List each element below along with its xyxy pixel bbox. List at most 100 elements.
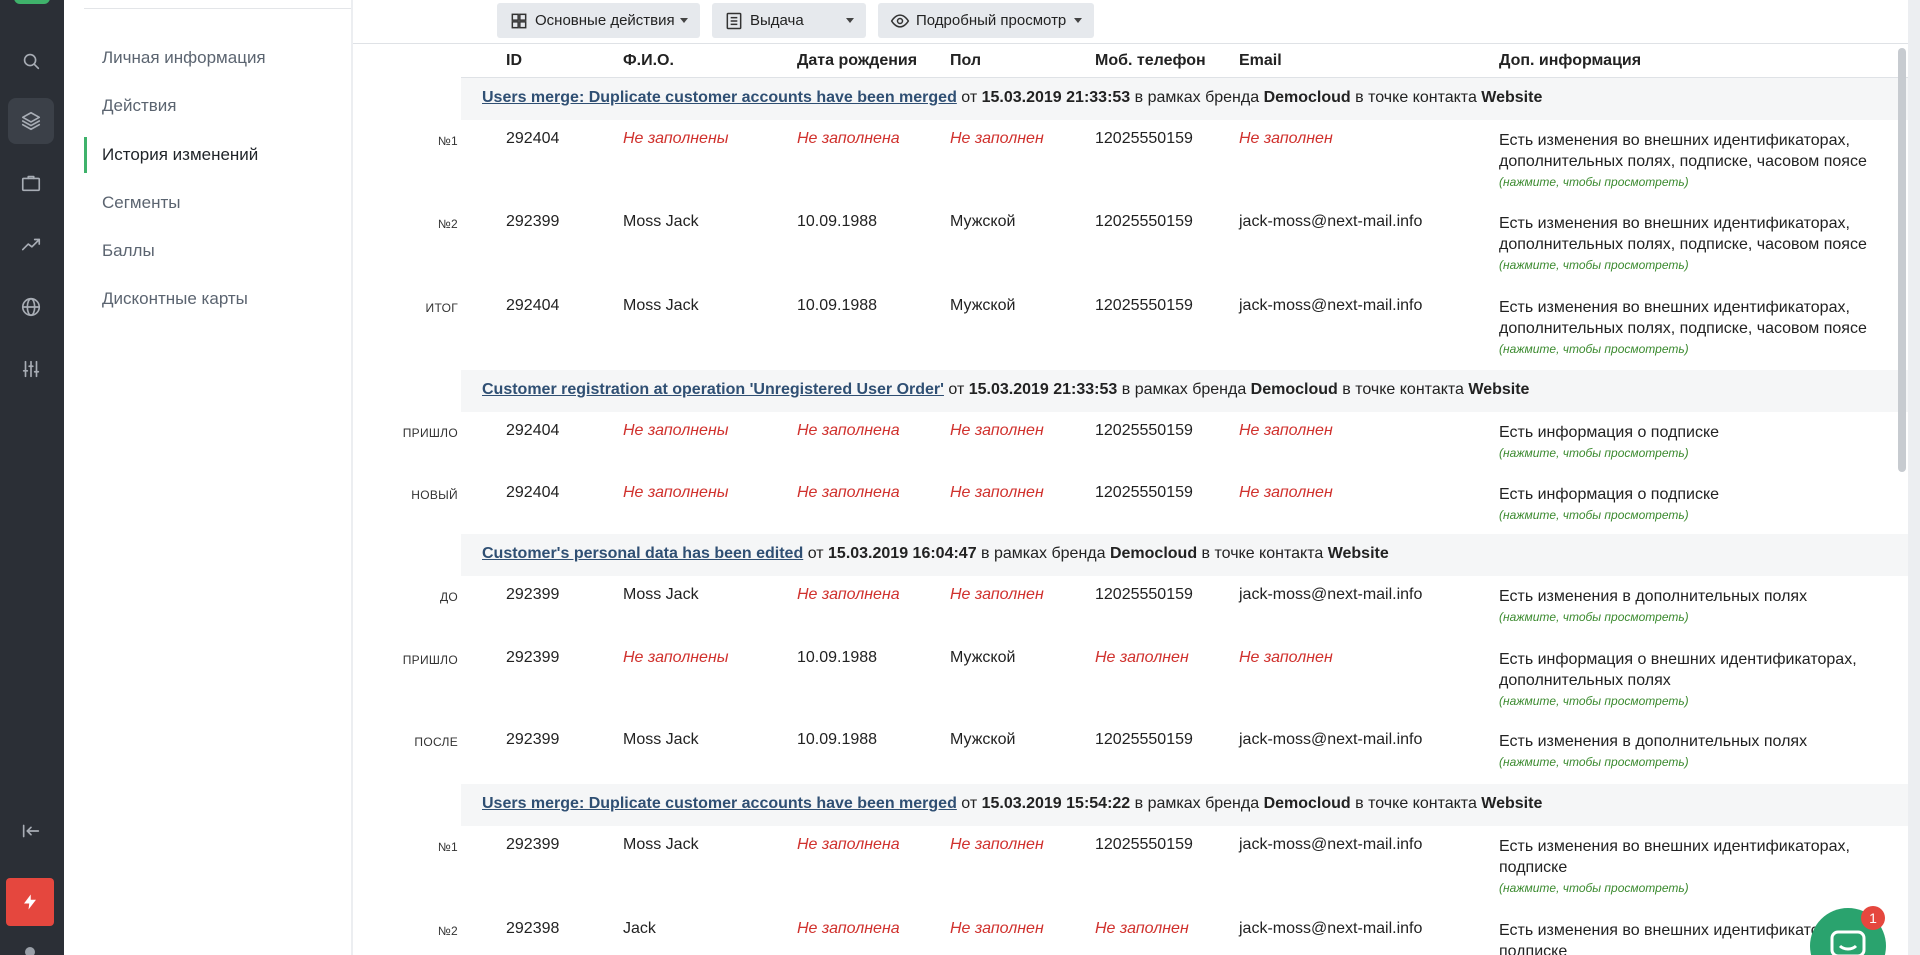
event-header: Users merge: Duplicate customer accounts… <box>461 78 1908 120</box>
cell-phone: 12025550159 <box>1095 731 1193 748</box>
row-label: ПОСЛЕ <box>414 735 458 749</box>
lightning-icon[interactable] <box>6 878 54 926</box>
globe-icon[interactable] <box>8 284 54 330</box>
extra-info-cell[interactable]: Есть изменения в дополнительных полях (на… <box>1499 586 1899 627</box>
cell-id: 292404 <box>506 484 560 501</box>
event-text: в рамках бренда <box>1121 381 1247 398</box>
extra-info-cell[interactable]: Есть информация о подписке (нажмите, чтоб… <box>1499 484 1899 525</box>
cell-gender: Не заполнен <box>950 484 1044 501</box>
table-row: №2 292399 Moss Jack 10.09.1988 Мужской 120255… <box>353 203 1908 272</box>
cell-id: 292399 <box>506 586 560 603</box>
extra-info-cell[interactable]: Есть изменения во внешних идентификатора… <box>1499 836 1899 898</box>
view-details-hint[interactable]: (нажмите, чтобы просмотреть) <box>1499 443 1899 463</box>
cell-id: 292404 <box>506 422 560 439</box>
table-header: ID Ф.И.О. Дата рождения Пол Моб. телефон… <box>461 46 1908 78</box>
event-brand: Democloud <box>1250 381 1338 398</box>
scrollbar[interactable] <box>1896 44 1908 955</box>
cell-birth: Не заполнена <box>797 920 900 937</box>
cell-birth: 10.09.1988 <box>797 213 878 230</box>
event-contact-point: Website <box>1481 795 1543 812</box>
cell-phone: 12025550159 <box>1095 836 1193 853</box>
cell-name: Moss Jack <box>623 213 699 230</box>
cell-email: jack-moss@next-mail.info <box>1239 213 1423 230</box>
info-text: Есть изменения во внешних идентификатора… <box>1499 922 1850 955</box>
event-link[interactable]: Customer's personal data has been edited <box>482 545 803 562</box>
event-header: Customer's personal data has been edited… <box>461 534 1908 576</box>
cell-name: Moss Jack <box>623 731 699 748</box>
extra-info-cell[interactable]: Есть изменения в дополнительных полях (на… <box>1499 731 1899 772</box>
detailed-view-dropdown[interactable]: Подробный просмотр <box>878 3 1094 38</box>
trend-chart-icon[interactable] <box>8 222 54 268</box>
view-details-hint[interactable]: (нажмите, чтобы просмотреть) <box>1499 878 1899 898</box>
event-text: от <box>961 89 978 106</box>
cell-name: Moss Jack <box>623 297 699 314</box>
cell-name: Не заполнены <box>623 130 729 147</box>
app-logo[interactable] <box>14 0 50 4</box>
event-text: в точке контакта <box>1355 89 1477 106</box>
event-text: от <box>948 381 965 398</box>
layers-icon[interactable] <box>8 98 54 144</box>
event-link[interactable]: Customer registration at operation 'Unre… <box>482 381 944 398</box>
view-details-hint[interactable]: (нажмите, чтобы просмотреть) <box>1499 752 1899 772</box>
view-details-hint[interactable]: (нажмите, чтобы просмотреть) <box>1499 505 1899 525</box>
cell-gender: Мужской <box>950 213 1016 230</box>
extra-info-cell[interactable]: Есть информация о подписке (нажмите, чтоб… <box>1499 422 1899 463</box>
nav-item-actions[interactable]: Действия <box>84 88 346 124</box>
caret-down-icon <box>846 18 854 23</box>
cell-birth: Не заполнена <box>797 130 900 147</box>
extra-info-cell[interactable]: Есть информация о внешних идентификатора… <box>1499 649 1899 711</box>
event-text: в точке контакта <box>1355 795 1477 812</box>
view-details-hint[interactable]: (нажмите, чтобы просмотреть) <box>1499 607 1899 627</box>
event-contact-point: Website <box>1468 381 1530 398</box>
output-dropdown[interactable]: Выдача <box>712 3 866 38</box>
nav-item-personal-info[interactable]: Личная информация <box>84 40 346 76</box>
view-details-hint[interactable]: (нажмите, чтобы просмотреть) <box>1499 339 1899 359</box>
table-row: №2 292398 Jack Не заполнена Не заполнен Не за… <box>353 910 1908 955</box>
nav-item-discount-cards[interactable]: Дисконтные карты <box>84 281 346 317</box>
info-text: Есть информация о подписке <box>1499 486 1720 503</box>
row-label: НОВЫЙ <box>411 488 458 502</box>
chat-icon <box>1830 930 1866 955</box>
nav-item-label: Баллы <box>102 241 155 260</box>
event-brand: Democloud <box>1263 795 1351 812</box>
event-text: от <box>961 795 978 812</box>
cell-birth: 10.09.1988 <box>797 649 878 666</box>
event-contact-point: Website <box>1327 545 1389 562</box>
column-birth-date: Дата рождения <box>797 52 918 69</box>
search-icon[interactable] <box>8 38 54 84</box>
column-extra-info: Доп. информация <box>1499 52 1642 69</box>
main-actions-dropdown[interactable]: Основные действия <box>497 3 700 38</box>
column-id: ID <box>506 52 522 69</box>
view-details-hint[interactable]: (нажмите, чтобы просмотреть) <box>1499 172 1899 192</box>
list-icon <box>726 12 742 29</box>
collapse-sidebar-icon[interactable] <box>8 808 54 854</box>
cell-phone: 12025550159 <box>1095 297 1193 314</box>
event-datetime: 15.03.2019 16:04:47 <box>828 545 977 562</box>
cell-email: jack-moss@next-mail.info <box>1239 731 1423 748</box>
extra-info-cell[interactable]: Есть изменения во внешних идентификатора… <box>1499 297 1899 359</box>
view-details-hint[interactable]: (нажмите, чтобы просмотреть) <box>1499 255 1899 275</box>
nav-item-history[interactable]: История изменений <box>84 137 346 173</box>
column-email: Email <box>1239 52 1282 69</box>
nav-item-segments[interactable]: Сегменты <box>84 185 346 221</box>
nav-item-points[interactable]: Баллы <box>84 233 346 269</box>
cell-gender: Не заполнен <box>950 920 1044 937</box>
user-avatar[interactable] <box>25 947 35 955</box>
cell-phone: Не заполнен <box>1095 649 1189 666</box>
briefcase-icon[interactable] <box>8 160 54 206</box>
event-link[interactable]: Users merge: Duplicate customer accounts… <box>482 795 957 812</box>
table-row: ДО 292399 Moss Jack Не заполнена Не заполнен… <box>353 576 1908 636</box>
cell-id: 292399 <box>506 649 560 666</box>
grid-icon <box>511 13 527 28</box>
event-link[interactable]: Users merge: Duplicate customer accounts… <box>482 89 957 106</box>
extra-info-cell[interactable]: Есть изменения во внешних идентификатора… <box>1499 130 1899 192</box>
scrollbar-thumb[interactable] <box>1898 48 1906 472</box>
view-details-hint[interactable]: (нажмите, чтобы просмотреть) <box>1499 691 1899 711</box>
extra-info-cell[interactable]: Есть изменения во внешних идентификатора… <box>1499 213 1899 275</box>
cell-name: Moss Jack <box>623 586 699 603</box>
settings-sliders-icon[interactable] <box>8 346 54 392</box>
row-label: №1 <box>437 840 458 854</box>
nav-item-label: История изменений <box>102 145 259 164</box>
cell-email: Не заполнен <box>1239 130 1333 147</box>
nav-item-label: Действия <box>102 96 177 115</box>
